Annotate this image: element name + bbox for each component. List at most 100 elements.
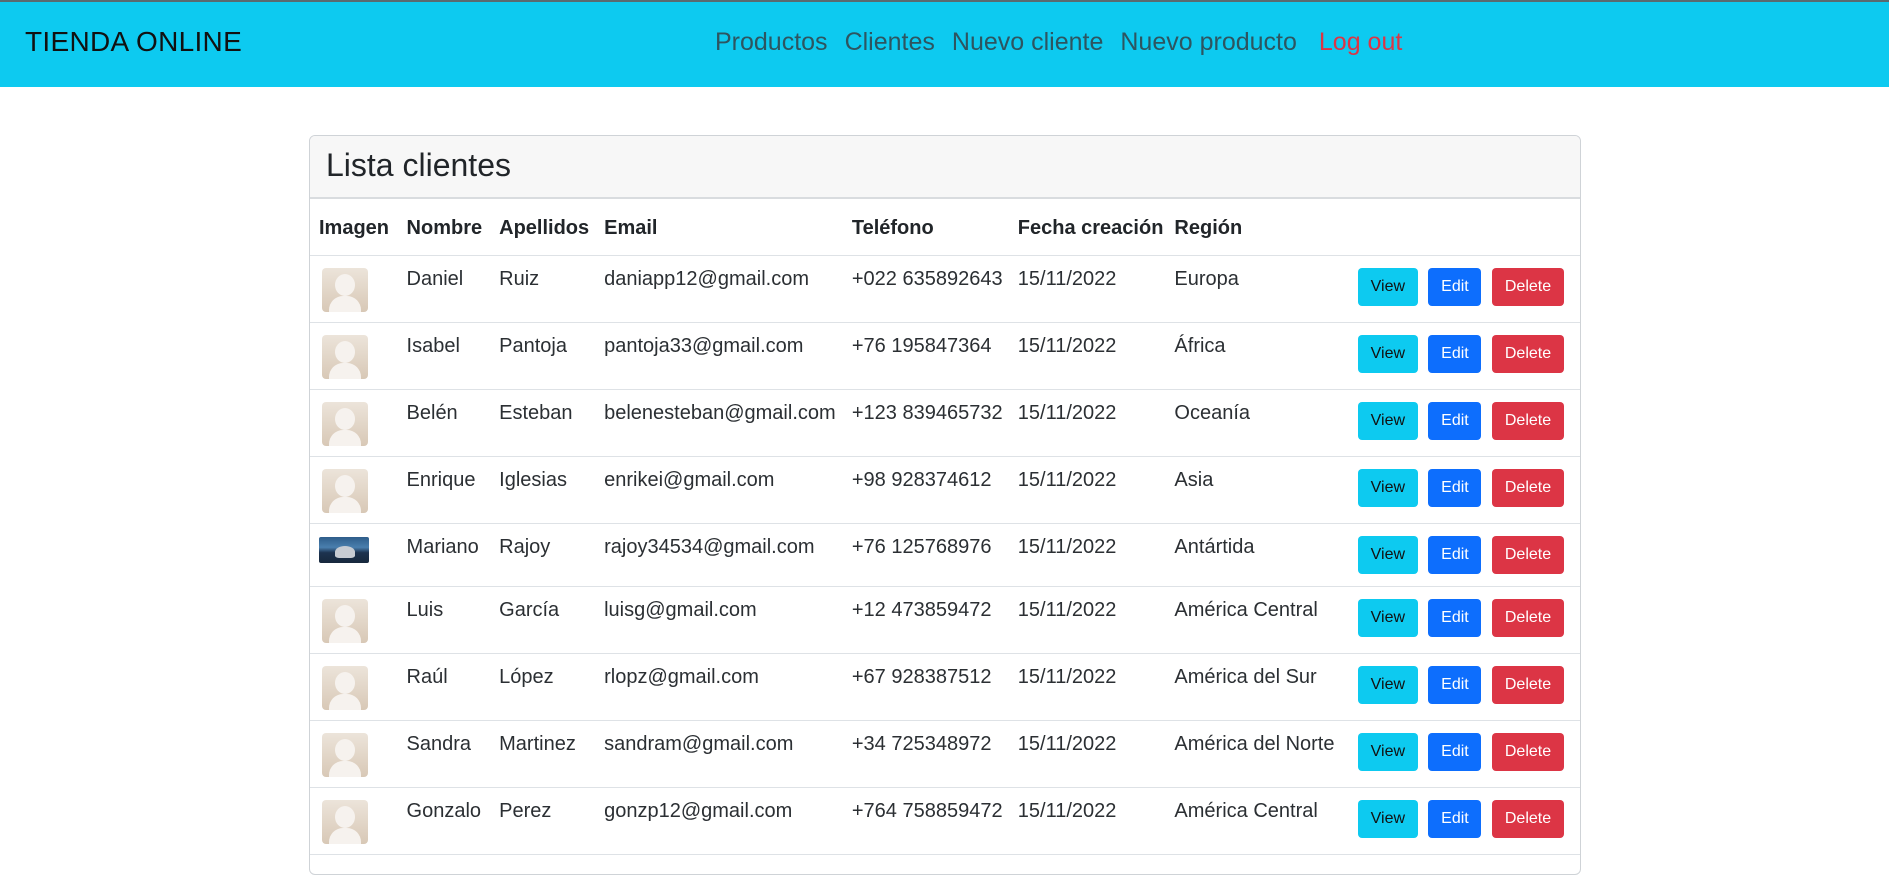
cell-region: América del Norte bbox=[1165, 720, 1344, 788]
edit-button[interactable]: Edit bbox=[1428, 598, 1482, 637]
cell-region: Europa bbox=[1165, 255, 1344, 323]
delete-button[interactable]: Delete bbox=[1492, 732, 1564, 771]
column-header-nombre: Nombre bbox=[397, 217, 491, 256]
column-header-email: Email bbox=[595, 217, 843, 256]
cell-region: Asia bbox=[1165, 456, 1344, 524]
avatar-placeholder-icon bbox=[322, 665, 368, 710]
nav-link-nuevo-cliente[interactable]: Nuevo cliente bbox=[952, 28, 1103, 57]
table-row: Daniel Ruiz daniapp12@gmail.com +022 635892… bbox=[310, 255, 1580, 323]
cell-fecha: 15/11/2022 bbox=[1008, 720, 1166, 788]
client-photo bbox=[319, 536, 369, 563]
cell-apellidos: Rajoy bbox=[490, 523, 596, 587]
clients-table: Imagen Nombre Apellidos Email Teléfono F… bbox=[310, 217, 1580, 855]
client-image-cell bbox=[310, 456, 398, 524]
delete-button[interactable]: Delete bbox=[1492, 468, 1564, 507]
edit-button[interactable]: Edit bbox=[1428, 732, 1482, 771]
view-button[interactable]: View bbox=[1357, 732, 1418, 771]
column-header-imagen: Imagen bbox=[310, 217, 398, 256]
edit-button[interactable]: Edit bbox=[1428, 665, 1482, 704]
view-button[interactable]: View bbox=[1357, 799, 1418, 838]
cell-region: América Central bbox=[1165, 787, 1344, 855]
top-navbar: TIENDA ONLINE Productos Clientes Nuevo c… bbox=[0, 0, 1889, 87]
cell-email: sandram@gmail.com bbox=[595, 720, 843, 788]
column-header-apellidos: Apellidos bbox=[490, 217, 596, 256]
cell-email: belenesteban@gmail.com bbox=[595, 389, 843, 457]
edit-button[interactable]: Edit bbox=[1428, 799, 1482, 838]
view-button[interactable]: View bbox=[1357, 267, 1418, 306]
client-image-cell bbox=[310, 255, 398, 323]
view-button[interactable]: View bbox=[1357, 535, 1418, 574]
row-actions: View Edit Delete bbox=[1343, 653, 1580, 721]
delete-button[interactable]: Delete bbox=[1492, 799, 1564, 838]
view-button[interactable]: View bbox=[1357, 665, 1418, 704]
view-button[interactable]: View bbox=[1357, 401, 1418, 440]
clients-card: Lista clientes Imagen Nombre Apellidos E… bbox=[309, 135, 1581, 875]
nav-link-nuevo-producto[interactable]: Nuevo producto bbox=[1120, 28, 1297, 57]
edit-button[interactable]: Edit bbox=[1428, 535, 1482, 574]
edit-button[interactable]: Edit bbox=[1428, 468, 1482, 507]
cell-telefono: +764 758859472 bbox=[842, 787, 1009, 855]
brand-title[interactable]: TIENDA ONLINE bbox=[25, 26, 242, 58]
table-row: Enrique Iglesias enrikei@gmail.com +98 9283… bbox=[310, 456, 1580, 524]
client-image-cell bbox=[310, 720, 398, 788]
avatar-placeholder-icon bbox=[322, 267, 368, 312]
row-actions: View Edit Delete bbox=[1343, 523, 1580, 587]
cell-email: daniapp12@gmail.com bbox=[595, 255, 843, 323]
cell-nombre: Sandra bbox=[397, 720, 491, 788]
delete-button[interactable]: Delete bbox=[1492, 665, 1564, 704]
client-image-cell bbox=[310, 787, 398, 855]
cell-telefono: +76 125768976 bbox=[842, 523, 1009, 587]
delete-button[interactable]: Delete bbox=[1492, 401, 1564, 440]
cell-nombre: Luis bbox=[397, 586, 491, 654]
cell-nombre: Mariano bbox=[397, 523, 491, 587]
avatar-placeholder-icon bbox=[322, 732, 368, 777]
cell-apellidos: Pantoja bbox=[490, 322, 596, 390]
cell-apellidos: García bbox=[490, 586, 596, 654]
row-actions: View Edit Delete bbox=[1343, 255, 1580, 323]
view-button[interactable]: View bbox=[1357, 468, 1418, 507]
view-button[interactable]: View bbox=[1357, 334, 1418, 373]
cell-fecha: 15/11/2022 bbox=[1008, 523, 1166, 587]
cell-region: Oceanía bbox=[1165, 389, 1344, 457]
cell-email: pantoja33@gmail.com bbox=[595, 322, 843, 390]
edit-button[interactable]: Edit bbox=[1428, 334, 1482, 373]
nav-link-productos[interactable]: Productos bbox=[715, 28, 828, 57]
logout-link[interactable]: Log out bbox=[1319, 28, 1402, 57]
table-row: Gonzalo Perez gonzp12@gmail.com +764 758859… bbox=[310, 787, 1580, 855]
cell-email: luisg@gmail.com bbox=[595, 586, 843, 654]
nav-link-clientes[interactable]: Clientes bbox=[845, 28, 935, 57]
cell-email: enrikei@gmail.com bbox=[595, 456, 843, 524]
cell-fecha: 15/11/2022 bbox=[1008, 586, 1166, 654]
edit-button[interactable]: Edit bbox=[1428, 267, 1482, 306]
cell-fecha: 15/11/2022 bbox=[1008, 255, 1166, 323]
delete-button[interactable]: Delete bbox=[1492, 535, 1564, 574]
table-row: Mariano Rajoy rajoy34534@gmail.com +76 1257… bbox=[310, 523, 1580, 587]
row-actions: View Edit Delete bbox=[1343, 389, 1580, 457]
cell-email: gonzp12@gmail.com bbox=[595, 787, 843, 855]
delete-button[interactable]: Delete bbox=[1492, 598, 1564, 637]
table-row: Raúl López rlopz@gmail.com +67 928387512 15/… bbox=[310, 653, 1580, 721]
cell-fecha: 15/11/2022 bbox=[1008, 456, 1166, 524]
cell-telefono: +123 839465732 bbox=[842, 389, 1009, 457]
cell-nombre: Raúl bbox=[397, 653, 491, 721]
table-row: Isabel Pantoja pantoja33@gmail.com +76 1958… bbox=[310, 322, 1580, 390]
avatar-placeholder-icon bbox=[322, 401, 368, 446]
avatar-placeholder-icon bbox=[322, 334, 368, 379]
cell-telefono: +76 195847364 bbox=[842, 322, 1009, 390]
cell-fecha: 15/11/2022 bbox=[1008, 389, 1166, 457]
client-image-cell bbox=[310, 653, 398, 721]
cell-email: rlopz@gmail.com bbox=[595, 653, 843, 721]
column-header-telefono: Teléfono bbox=[842, 217, 1009, 256]
delete-button[interactable]: Delete bbox=[1492, 334, 1564, 373]
cell-apellidos: López bbox=[490, 653, 596, 721]
row-actions: View Edit Delete bbox=[1343, 720, 1580, 788]
view-button[interactable]: View bbox=[1357, 598, 1418, 637]
cell-fecha: 15/11/2022 bbox=[1008, 787, 1166, 855]
cell-fecha: 15/11/2022 bbox=[1008, 653, 1166, 721]
edit-button[interactable]: Edit bbox=[1428, 401, 1482, 440]
delete-button[interactable]: Delete bbox=[1492, 267, 1564, 306]
cell-apellidos: Iglesias bbox=[490, 456, 596, 524]
table-row: Luis García luisg@gmail.com +12 473859472 15… bbox=[310, 586, 1580, 654]
client-image-cell bbox=[310, 586, 398, 654]
avatar-placeholder-icon bbox=[322, 799, 368, 844]
